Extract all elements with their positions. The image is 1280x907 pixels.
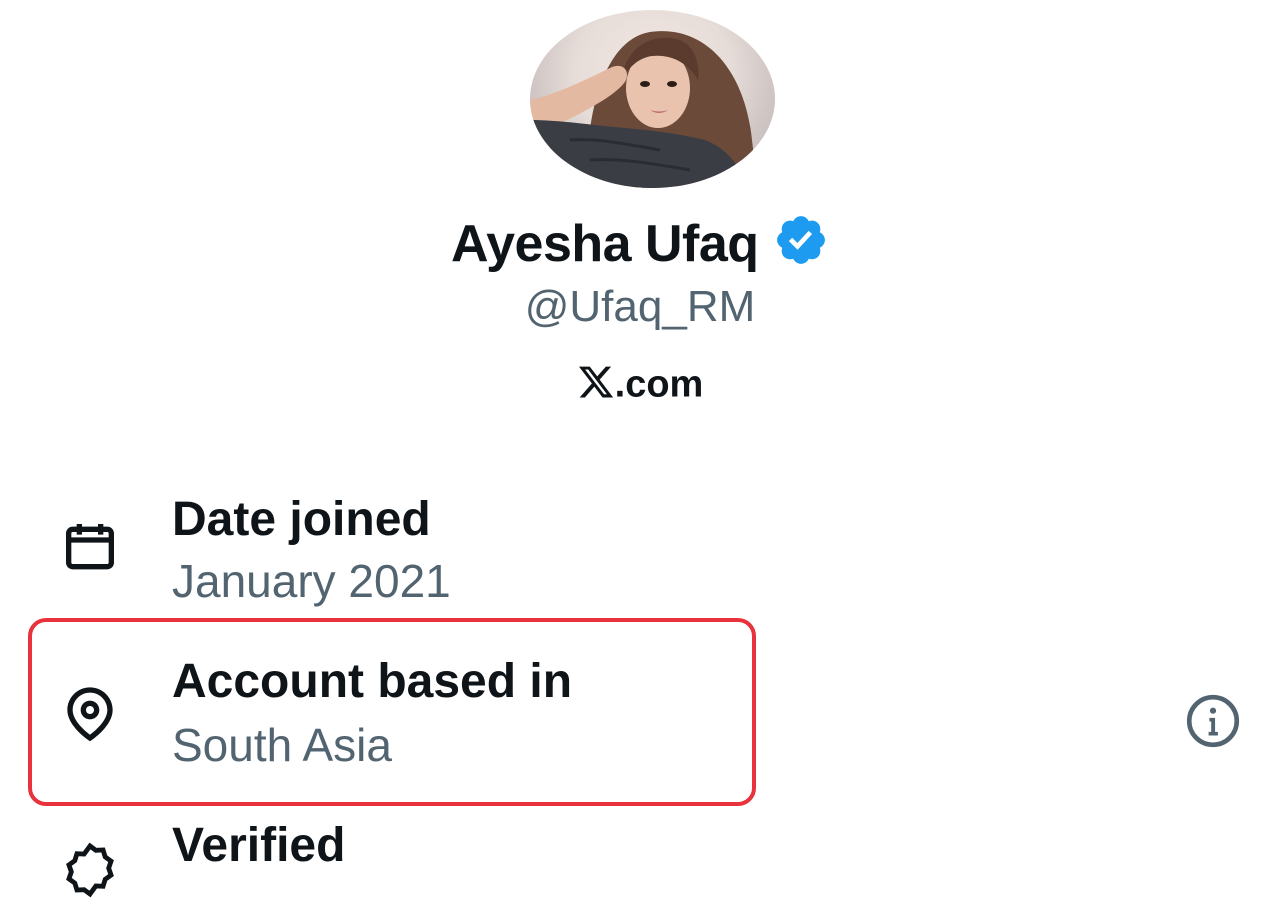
calendar-icon [58, 516, 122, 580]
account-location-value: South Asia [172, 719, 392, 771]
verified-row: Verified [0, 810, 1280, 898]
profile-name-row: Ayesha Ufaq [0, 214, 1280, 274]
date-joined-value: January 2021 [172, 555, 451, 607]
verified-icon [58, 838, 122, 902]
location-pin-icon [58, 682, 122, 746]
info-icon[interactable] [1182, 690, 1244, 752]
display-name: Ayesha Ufaq [450, 215, 759, 273]
verified-title: Verified [172, 819, 346, 872]
date-joined-row: Date joined January 2021 [0, 488, 1280, 608]
account-location-row: Account based in South Asia [0, 640, 1280, 780]
profile-site[interactable]: .com [0, 362, 1280, 406]
site-text: .com [614, 363, 704, 406]
x-logo-icon [577, 363, 615, 401]
date-joined-title: Date joined [172, 493, 431, 546]
account-location-title: Account based in [172, 655, 573, 708]
verified-badge-icon[interactable] [773, 212, 829, 268]
avatar[interactable] [530, 10, 775, 188]
profile-handle: @Ufaq_RM [524, 282, 756, 331]
